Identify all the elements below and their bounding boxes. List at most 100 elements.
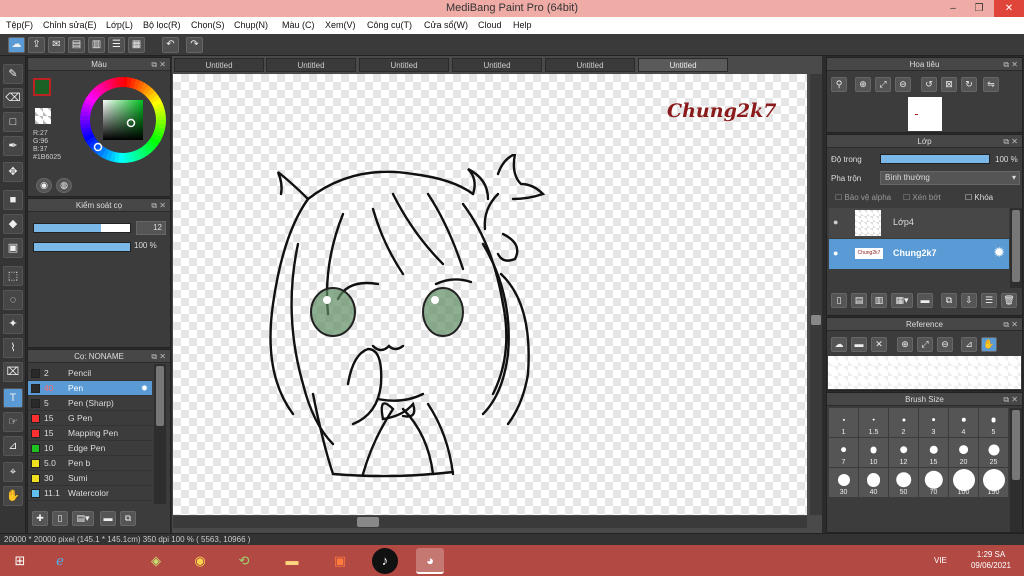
brush-item[interactable]: 10 Edge Pen <box>28 441 152 456</box>
panel-expand-icon[interactable]: ⧉ ✕ <box>151 58 166 71</box>
menu-color[interactable]: Màu (C) <box>282 20 315 30</box>
new-halftone-layer-icon[interactable]: ▤ <box>851 293 867 308</box>
dropper-tool-icon[interactable]: ⊿ <box>3 436 23 456</box>
brush-new-icon[interactable]: ▯ <box>52 511 68 526</box>
fill-rect-tool-icon[interactable]: ■ <box>3 190 23 210</box>
brush-size-cell[interactable]: 150 <box>979 468 1009 498</box>
brush-item[interactable]: 15 G Pen <box>28 411 152 426</box>
minimize-button[interactable]: – <box>940 0 966 17</box>
document-icon[interactable]: ▥ <box>88 37 105 53</box>
menu-help[interactable]: Help <box>513 20 532 30</box>
brush-size-input[interactable]: 12 <box>136 221 166 235</box>
transparent-swatch[interactable] <box>35 108 51 124</box>
lock-checkbox[interactable]: ☐ Khóa <box>965 193 993 202</box>
brush-size-cell[interactable]: 25 <box>979 438 1009 468</box>
select-eraser-icon[interactable]: ⌧ <box>3 362 23 382</box>
brush-item[interactable]: 5 Pen (Sharp) <box>28 396 152 411</box>
navigator-preview[interactable] <box>908 97 942 131</box>
canvas-horizontal-scrollbar[interactable] <box>173 516 807 528</box>
restore-button[interactable]: ❐ <box>966 0 992 17</box>
panel-expand-icon[interactable]: ⧉ ✕ <box>1003 135 1018 148</box>
menu-view[interactable]: Xem(V) <box>325 20 356 30</box>
brush-item[interactable]: 2 Pencil <box>28 366 152 381</box>
reference-open-icon[interactable]: ▬ <box>851 337 867 352</box>
new-layer-icon[interactable]: ▯ <box>831 293 847 308</box>
chrome-icon[interactable]: ◉ <box>186 548 214 574</box>
clock[interactable]: 1:29 SA 09/06/2021 <box>964 549 1018 571</box>
language-indicator[interactable]: VIE <box>934 556 947 565</box>
brush-size-cell[interactable]: 3 <box>919 408 949 438</box>
duplicate-layer-icon[interactable]: ⧉ <box>941 293 957 308</box>
blend-mode-select[interactable]: Bình thường ▾ <box>880 171 1020 185</box>
share-icon[interactable]: ⇪ <box>28 37 45 53</box>
lasso-icon[interactable]: ◌ <box>3 290 23 310</box>
clipping-checkbox[interactable]: ☐ Xén bớt <box>903 193 941 202</box>
grid-icon[interactable]: ▦ <box>128 37 145 53</box>
file-explorer-icon[interactable]: ▬ <box>278 548 306 574</box>
panel-expand-icon[interactable]: ⧉ ✕ <box>151 199 166 212</box>
select-rect-icon[interactable]: ⬚ <box>3 266 23 286</box>
brush-size-cell[interactable]: 15 <box>919 438 949 468</box>
brush-folder-icon[interactable]: ▬ <box>100 511 116 526</box>
foreground-color-swatch[interactable] <box>33 78 51 96</box>
brush-size-cell[interactable]: 50 <box>889 468 919 498</box>
ie-browser-icon[interactable]: ℯ <box>46 548 74 574</box>
brush-item[interactable]: 11.1 Watercolor <box>28 486 152 501</box>
operation-tool-icon[interactable]: ☞ <box>3 412 23 432</box>
select-pen-icon[interactable]: ⌇ <box>3 338 23 358</box>
zoom-out-icon[interactable]: ⊖ <box>895 77 911 92</box>
layer-menu-icon[interactable]: ▦▾ <box>891 293 913 308</box>
rotate-left-icon[interactable]: ↺ <box>921 77 937 92</box>
eye-icon[interactable]: ● <box>833 248 838 258</box>
layer-scrollbar[interactable] <box>1010 208 1022 288</box>
brush-size-scrollbar[interactable] <box>1010 408 1022 532</box>
eraser-tool-icon[interactable]: ⌫ <box>3 88 23 108</box>
menu-capture[interactable]: Chụp(N) <box>234 20 268 30</box>
tab-untitled-4[interactable]: Untitled <box>452 58 542 72</box>
reset-rotation-icon[interactable]: ⊠ <box>941 77 957 92</box>
bluestacks-icon[interactable]: ◈ <box>142 548 170 574</box>
zoom-icon[interactable]: ⚲ <box>831 77 847 92</box>
delete-layer-icon[interactable]: 🗑 <box>1001 293 1017 308</box>
zoom-in-icon[interactable]: ⊕ <box>855 77 871 92</box>
gradient-tool-icon[interactable]: ▣ <box>3 238 23 258</box>
reference-zoom-out-icon[interactable]: ⊖ <box>937 337 953 352</box>
menu-select[interactable]: Chọn(S) <box>191 20 225 30</box>
brush-size-cell[interactable]: 20 <box>949 438 979 468</box>
hand-tool-icon[interactable]: ✋ <box>3 486 23 506</box>
menu-cloud[interactable]: Cloud <box>478 20 502 30</box>
eyedropper-icon[interactable]: ⌖ <box>3 462 23 482</box>
undo-icon[interactable]: ↶ <box>162 37 179 53</box>
magic-wand-icon[interactable]: ✦ <box>3 314 23 334</box>
tab-untitled-1[interactable]: Untitled <box>174 58 264 72</box>
brush-item[interactable]: 15 Mapping Pen <box>28 426 152 441</box>
new-8bit-layer-icon[interactable]: ▥ <box>871 293 887 308</box>
menu-filter[interactable]: Bộ lọc(R) <box>143 20 181 30</box>
layer-list-icon[interactable]: ☰ <box>981 293 997 308</box>
protect-alpha-checkbox[interactable]: ☐ Bảo vệ alpha <box>835 193 891 202</box>
brush-opacity-slider[interactable] <box>33 242 131 252</box>
brush-size-cell[interactable]: 70 <box>919 468 949 498</box>
panel-expand-icon[interactable]: ⧉ ✕ <box>1003 58 1018 71</box>
green-app-icon[interactable]: ⟲ <box>230 548 258 574</box>
menu-layer[interactable]: Lớp(L) <box>106 20 133 30</box>
menu-tools[interactable]: Công cụ(T) <box>367 20 412 30</box>
fit-icon[interactable]: ⤢ <box>875 77 891 92</box>
pen-tool-icon[interactable]: ✒ <box>3 136 23 156</box>
brush-size-cell[interactable]: 30 <box>829 468 859 498</box>
panel-expand-icon[interactable]: ⧉ ✕ <box>151 350 166 363</box>
gear-icon[interactable]: ✹ <box>141 381 148 396</box>
drawing-canvas[interactable]: Chung2k7 <box>173 74 807 515</box>
brush-list-scrollbar[interactable] <box>154 364 166 504</box>
brush-size-cell[interactable]: 40 <box>859 468 889 498</box>
palette-icon[interactable]: ◉ <box>36 178 52 193</box>
reference-dropper-icon[interactable]: ⊿ <box>961 337 977 352</box>
reference-close-icon[interactable]: ✕ <box>871 337 887 352</box>
reference-hand-icon[interactable]: ✋ <box>981 337 997 352</box>
tab-untitled-5[interactable]: Untitled <box>545 58 635 72</box>
tiktok-icon[interactable]: ♪ <box>372 548 398 574</box>
brush-size-cell[interactable]: 7 <box>829 438 859 468</box>
rotate-right-icon[interactable]: ↻ <box>961 77 977 92</box>
flip-icon[interactable]: ⇋ <box>983 77 999 92</box>
panel-expand-icon[interactable]: ⧉ ✕ <box>1003 318 1018 331</box>
